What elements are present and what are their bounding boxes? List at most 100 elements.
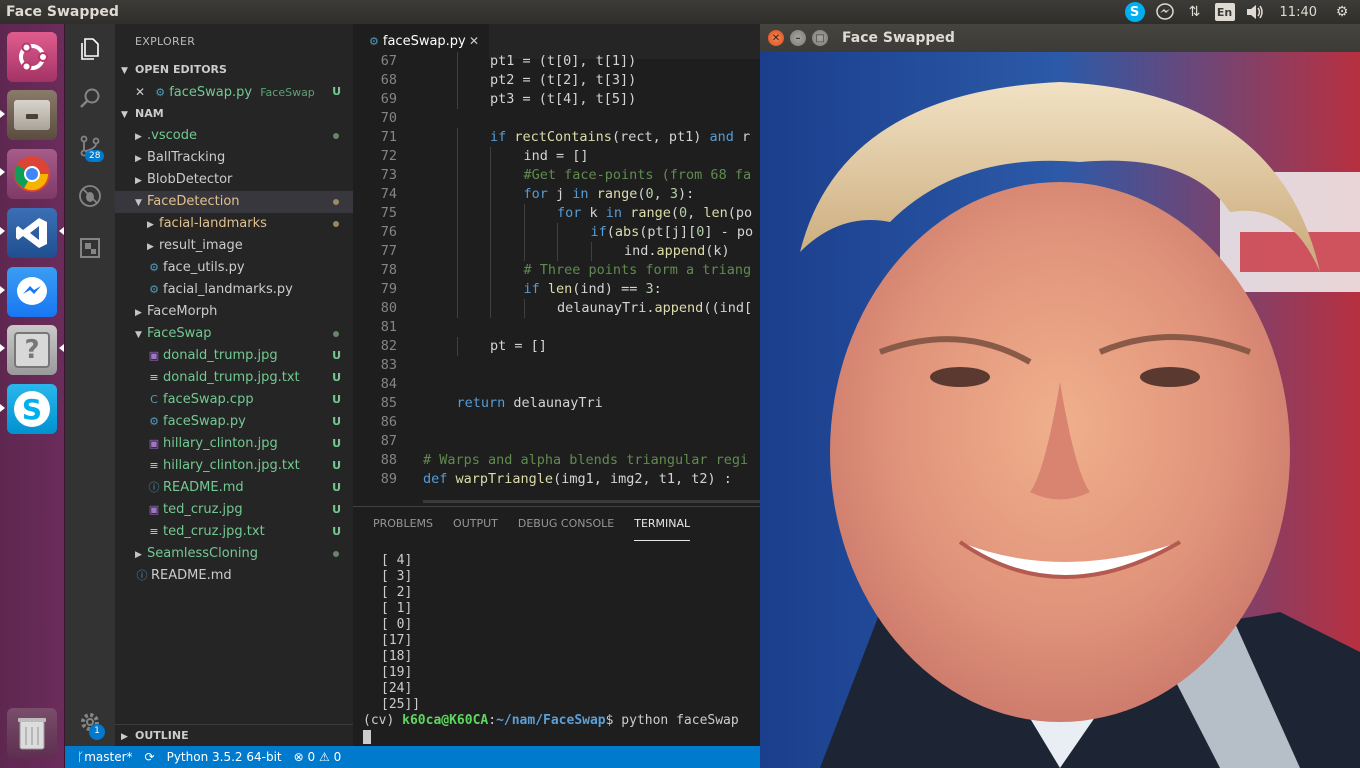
code-text: pt1 = (t[0], t[1]) [490, 53, 637, 69]
sync-icon[interactable]: ⟳ [145, 746, 155, 768]
file-faceswap-cpp[interactable]: CfaceSwap.cpp U [115, 389, 353, 411]
code-line[interactable]: 72 ind = [] [353, 147, 760, 166]
indent-guide [456, 128, 458, 147]
code-line[interactable]: 83 [353, 356, 760, 375]
file-readme-md[interactable]: ⓘ README.md [115, 565, 353, 587]
debug-icon[interactable] [78, 184, 102, 208]
file-donald-trump-jpg[interactable]: ▣ donald_trump.jpg U [115, 345, 353, 367]
close-window-button[interactable]: ✕ [768, 30, 784, 46]
code-line[interactable]: 85 return delaunayTri [353, 394, 760, 413]
vscode-icon[interactable] [7, 208, 57, 258]
panel-tab-debug-console[interactable]: DEBUG CONSOLE [518, 507, 614, 541]
code-line[interactable]: 84 [353, 375, 760, 394]
code-line[interactable]: 75 for k in range(0, len(po [353, 204, 760, 223]
trash-icon[interactable] [7, 708, 57, 758]
python-interpreter[interactable]: Python 3.5.2 64-bit [167, 746, 282, 768]
folder-balltracking[interactable]: ▶ BallTracking [115, 147, 353, 169]
unknown-app-icon[interactable]: ? [7, 325, 57, 375]
tree-item-label: README.md [151, 568, 232, 583]
file-ted-cruz-jpg-txt[interactable]: ≡ ted_cruz.jpg.txt U [115, 521, 353, 543]
code-line[interactable]: 89 def warpTriangle(img1, img2, t1, t2) : [353, 470, 760, 489]
terminal[interactable]: [ 4][ 3][ 2][ 1][ 0] [17] [18] [19] [24] [25]… [363, 553, 739, 745]
explorer-files-icon[interactable] [78, 37, 102, 61]
volume-icon[interactable] [1243, 0, 1267, 24]
folder-facedetection[interactable]: ▼ FaceDetection [115, 191, 353, 213]
ubuntu-dash-icon[interactable] [7, 32, 57, 82]
chrome-icon[interactable] [7, 149, 57, 199]
file-faceswap-py[interactable]: ⚙ faceSwap.py U [115, 411, 353, 433]
code-line[interactable]: 79 if len(ind) == 3: [353, 280, 760, 299]
code-line[interactable]: 70 [353, 109, 760, 128]
files-icon[interactable] [7, 90, 57, 140]
panel-tab-terminal[interactable]: TERMINAL [634, 507, 691, 541]
tree-item-label: BallTracking [147, 150, 226, 165]
code-line[interactable]: 81 [353, 318, 760, 337]
chevron-right-icon: ▶ [135, 132, 142, 142]
code-line[interactable]: 80 delaunayTri.append((ind[ [353, 299, 760, 318]
code-text: def warpTriangle(img1, img2, t1, t2) : [423, 471, 732, 487]
system-gear-icon[interactable]: ⚙ [1330, 0, 1354, 24]
file-donald-trump-jpg-txt[interactable]: ≡ donald_trump.jpg.txt U [115, 367, 353, 389]
code-text: pt = [] [490, 338, 547, 354]
line-number: 70 [380, 110, 397, 126]
folder-facial-landmarks[interactable]: ▶ facial-landmarks [115, 213, 353, 235]
line-number: 72 [380, 148, 397, 164]
code-line[interactable]: 78 # Three points form a triang [353, 261, 760, 280]
keyboard-language-indicator[interactable]: En [1213, 0, 1237, 24]
indent-guide [490, 166, 491, 185]
messenger-icon[interactable] [7, 267, 57, 317]
indent-guide [490, 204, 491, 223]
folder-seamlesscloning[interactable]: ▶ SeamlessCloning [115, 543, 353, 565]
code-line[interactable]: 74 for j in range(0, 3): [353, 185, 760, 204]
code-editor[interactable]: ⚙ faceSwap.py ✕ 67 pt1 = (t[0], t[1]) 68 pt2… [353, 24, 760, 506]
maximize-window-button[interactable]: □ [812, 30, 828, 46]
indent-guide [456, 71, 458, 90]
folder-vscode[interactable]: ▶ .vscode [115, 125, 353, 147]
tree-item-label: BlobDetector [147, 172, 233, 187]
file-hillary-clinton-jpg[interactable]: ▣ hillary_clinton.jpg U [115, 433, 353, 455]
file-hillary-clinton-jpg-txt[interactable]: ≡ hillary_clinton.jpg.txt U [115, 455, 353, 477]
open-editor-item[interactable]: ✕ ⚙ faceSwap.py FaceSwap U [115, 81, 353, 103]
outline-header[interactable]: ▶ OUTLINE [115, 724, 353, 746]
panel-tab-problems[interactable]: PROBLEMS [373, 507, 433, 541]
folder-faceswap[interactable]: ▼ FaceSwap [115, 323, 353, 345]
code-line[interactable]: 82 pt = [] [353, 337, 760, 356]
code-line[interactable]: 76 if(abs(pt[j][0] - po [353, 223, 760, 242]
code-line[interactable]: 86 [353, 413, 760, 432]
file-readme-md[interactable]: ⓘ README.md U [115, 477, 353, 499]
code-line[interactable]: 68 pt2 = (t[2], t[3]) [353, 71, 760, 90]
open-editors-header[interactable]: ▼ OPEN EDITORS [115, 59, 353, 81]
untracked-status: U [332, 459, 341, 472]
file-face-utils-py[interactable]: ⚙ face_utils.py [115, 257, 353, 279]
messenger-tray-icon[interactable] [1153, 0, 1177, 24]
code-line[interactable]: 88 # Warps and alpha blends triangular re… [353, 451, 760, 470]
close-icon[interactable]: ✕ [135, 85, 145, 99]
code-line[interactable]: 71 if rectContains(rect, pt1) and r [353, 128, 760, 147]
code-line[interactable]: 87 [353, 432, 760, 451]
code-line[interactable]: 77 ind.append(k) [353, 242, 760, 261]
folder-facemorph[interactable]: ▶ FaceMorph [115, 301, 353, 323]
panel-tab-output[interactable]: OUTPUT [453, 507, 498, 541]
clock[interactable]: 11:40 [1280, 5, 1317, 20]
problems-indicator[interactable]: ⊗ 0 ⚠ 0 [294, 746, 342, 768]
search-icon[interactable] [78, 86, 102, 110]
skype-icon[interactable]: S [7, 384, 57, 434]
indent-guide [456, 52, 458, 71]
file-facial-landmarks-py[interactable]: ⚙ facial_landmarks.py [115, 279, 353, 301]
code-text: ind.append(k) [624, 243, 730, 259]
code-lines[interactable]: 67 pt1 = (t[0], t[1]) 68 pt2 = (t[2], t[3])… [353, 52, 760, 489]
file-ted-cruz-jpg[interactable]: ▣ ted_cruz.jpg U [115, 499, 353, 521]
extensions-icon[interactable] [78, 236, 102, 260]
terminal-output-line: [ 0] [381, 617, 413, 632]
code-line[interactable]: 69 pt3 = (t[4], t[5]) [353, 90, 760, 109]
code-line[interactable]: 73 #Get face-points (from 68 fa [353, 166, 760, 185]
folder-blobdetector[interactable]: ▶ BlobDetector [115, 169, 353, 191]
folder-result-image[interactable]: ▶ result_image [115, 235, 353, 257]
workspace-root-header[interactable]: ▼ NAM [115, 103, 353, 125]
minimize-window-button[interactable]: – [790, 30, 806, 46]
network-transfer-icon[interactable]: ⇅ [1183, 0, 1207, 24]
skype-tray-icon[interactable]: S [1123, 0, 1147, 24]
code-line[interactable]: 67 pt1 = (t[0], t[1]) [353, 52, 760, 71]
file-tree: ▶ .vscode ▶ BallTracking ▶ BlobDetector ▼ FaceD… [115, 125, 353, 587]
git-branch[interactable]: ᚴmaster* [77, 746, 133, 768]
